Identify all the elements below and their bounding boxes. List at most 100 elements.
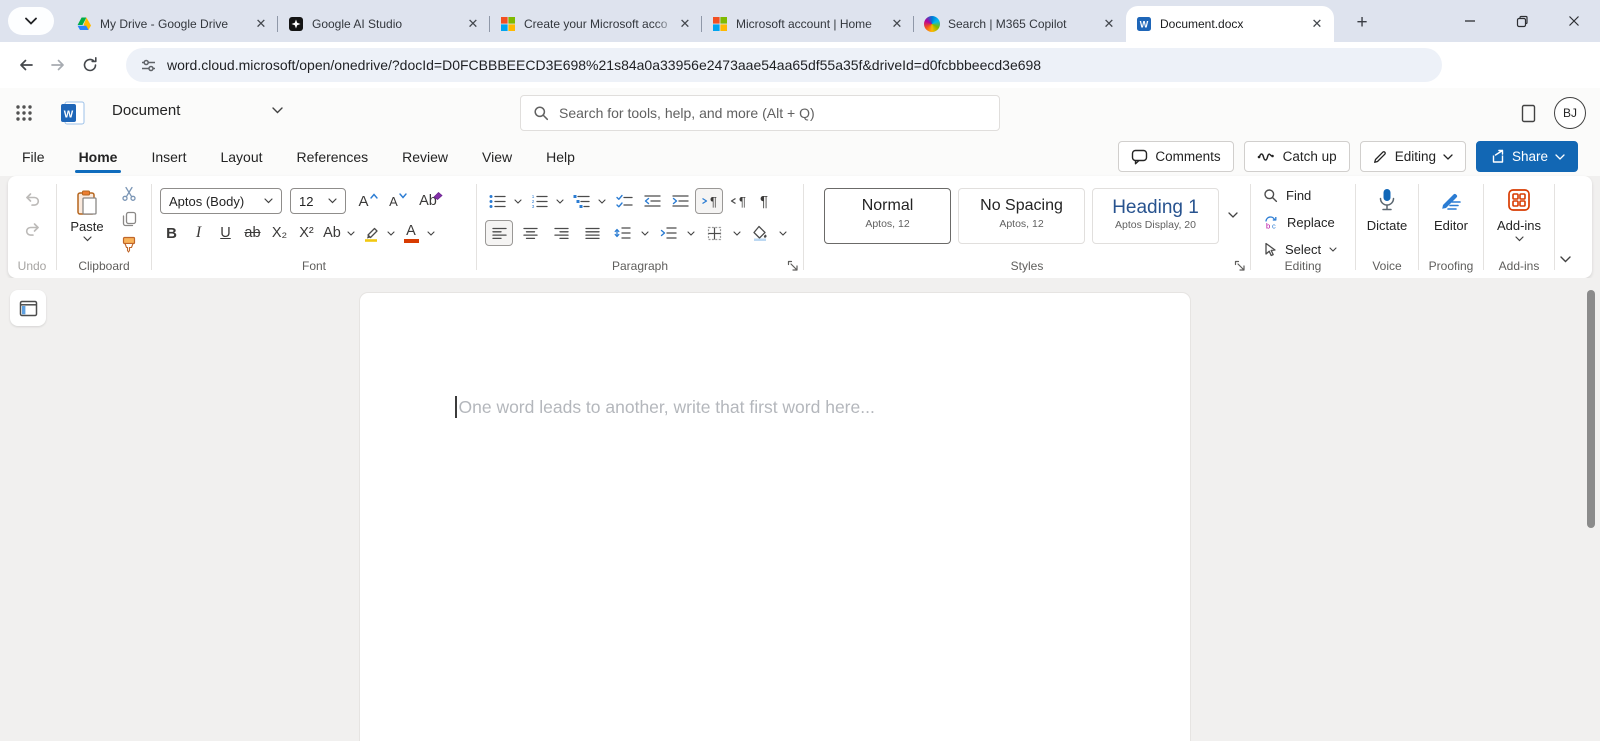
strikethrough-button[interactable]: ab [239,220,266,246]
shading-button[interactable] [747,220,773,246]
browser-tab-ms-account[interactable]: Microsoft account | Home ✕ [702,7,914,41]
borders-button[interactable] [701,220,727,246]
share-button[interactable]: Share [1476,141,1578,172]
tab-file[interactable]: File [20,143,47,171]
change-case-dropdown[interactable] [344,220,358,246]
tab-insert[interactable]: Insert [149,143,188,171]
justify-button[interactable] [578,220,606,246]
paragraph-spacing-button[interactable] [655,220,681,246]
subscript-button[interactable]: X₂ [266,220,293,246]
tab-close-icon[interactable]: ✕ [252,15,270,33]
tab-search-button[interactable] [8,7,54,35]
reload-button[interactable] [74,49,106,81]
increase-indent-button[interactable] [667,188,693,214]
line-spacing-dropdown[interactable] [638,220,652,246]
proofing-group[interactable]: Editor Proofing [1419,176,1483,278]
change-case-button[interactable]: Ab [320,220,344,246]
browser-tab-document-active[interactable]: W Document.docx ✕ [1126,6,1334,42]
shrink-font-button[interactable]: A [384,188,412,214]
styles-gallery-expand[interactable] [1222,204,1244,226]
bullets-dropdown[interactable] [511,188,525,214]
paragraph-spacing-dropdown[interactable] [684,220,698,246]
voice-group[interactable]: Dictate Voice [1356,176,1418,278]
font-color-button[interactable]: A [398,220,424,246]
rtl-paragraph-button[interactable]: ¶ [725,188,751,214]
undo-button[interactable] [20,186,44,210]
borders-dropdown[interactable] [730,220,744,246]
window-restore-button[interactable] [1496,0,1548,42]
highlight-dropdown[interactable] [384,220,398,246]
find-button[interactable]: Find [1259,182,1341,208]
align-right-button[interactable] [547,220,575,246]
tab-help[interactable]: Help [544,143,577,171]
italic-button[interactable]: I [185,220,212,246]
tab-references[interactable]: References [295,143,371,171]
redo-button[interactable] [20,216,44,240]
search-input[interactable]: Search for tools, help, and more (Alt + … [520,95,1000,131]
window-minimize-button[interactable] [1444,0,1496,42]
comments-button[interactable]: Comments [1118,141,1233,172]
tab-view[interactable]: View [480,143,514,171]
font-size-select[interactable]: 12 [290,188,346,214]
editing-mode-button[interactable]: Editing [1360,141,1466,172]
tab-close-icon[interactable]: ✕ [676,15,694,33]
numbering-button[interactable]: 123 [527,188,551,214]
tab-close-icon[interactable]: ✕ [464,15,482,33]
site-info-icon[interactable] [140,57,157,74]
clear-formatting-button[interactable]: Ab [416,188,446,214]
document-page[interactable]: One word leads to another, write that fi… [360,293,1190,741]
highlight-button[interactable] [358,220,384,246]
style-heading-1[interactable]: Heading 1 Aptos Display, 20 [1092,188,1219,244]
align-left-button[interactable] [485,220,513,246]
bullets-button[interactable] [485,188,509,214]
paragraph-dialog-launcher[interactable] [787,260,799,272]
paste-button[interactable]: Paste [63,184,111,248]
address-bar[interactable]: word.cloud.microsoft/open/onedrive/?docI… [126,48,1442,82]
checklist-button[interactable] [611,188,637,214]
new-tab-button[interactable]: + [1348,9,1376,37]
tab-home[interactable]: Home [77,143,120,171]
vertical-scrollbar[interactable] [1587,290,1595,528]
navigation-pane-toggle[interactable] [10,290,46,326]
cut-button[interactable] [117,183,141,205]
numbering-dropdown[interactable] [553,188,567,214]
shading-dropdown[interactable] [776,220,790,246]
browser-tab-create-account[interactable]: Create your Microsoft acco ✕ [490,7,702,41]
bold-button[interactable]: B [158,220,185,246]
format-painter-button[interactable] [117,233,141,255]
ltr-paragraph-button[interactable]: ¶ [695,188,723,214]
decrease-indent-button[interactable] [639,188,665,214]
browser-tab-aistudio[interactable]: Google AI Studio ✕ [278,7,490,41]
font-color-dropdown[interactable] [424,220,438,246]
superscript-button[interactable]: X² [293,220,320,246]
browser-tab-copilot[interactable]: Search | M365 Copilot ✕ [914,7,1126,41]
addins-group[interactable]: Add-ins Add-ins [1484,176,1554,278]
tab-close-icon[interactable]: ✕ [888,15,906,33]
tab-layout[interactable]: Layout [218,143,264,171]
grow-font-button[interactable]: A [354,188,382,214]
document-title-menu[interactable]: Document [112,102,283,119]
word-logo[interactable]: W [60,100,86,126]
tab-review[interactable]: Review [400,143,450,171]
underline-button[interactable]: U [212,220,239,246]
forward-button[interactable] [42,49,74,81]
app-launcher-button[interactable] [12,101,36,125]
window-close-button[interactable] [1548,0,1600,42]
tab-close-icon[interactable]: ✕ [1308,15,1326,33]
side-panel-icon[interactable] [1521,104,1536,123]
tab-close-icon[interactable]: ✕ [1100,15,1118,33]
style-no-spacing[interactable]: No Spacing Aptos, 12 [958,188,1085,244]
line-spacing-button[interactable] [609,220,635,246]
copy-button[interactable] [117,208,141,230]
browser-tab-drive[interactable]: My Drive - Google Drive ✕ [66,7,278,41]
show-formatting-button[interactable]: ¶ [753,188,775,214]
multilevel-list-button[interactable] [569,188,593,214]
collapse-ribbon-button[interactable] [1552,248,1578,270]
style-normal[interactable]: Normal Aptos, 12 [824,188,951,244]
align-center-button[interactable] [516,220,544,246]
styles-dialog-launcher[interactable] [1234,260,1246,272]
back-button[interactable] [10,49,42,81]
multilevel-dropdown[interactable] [595,188,609,214]
catch-up-button[interactable]: Catch up [1244,141,1350,172]
font-name-select[interactable]: Aptos (Body) [160,188,282,214]
